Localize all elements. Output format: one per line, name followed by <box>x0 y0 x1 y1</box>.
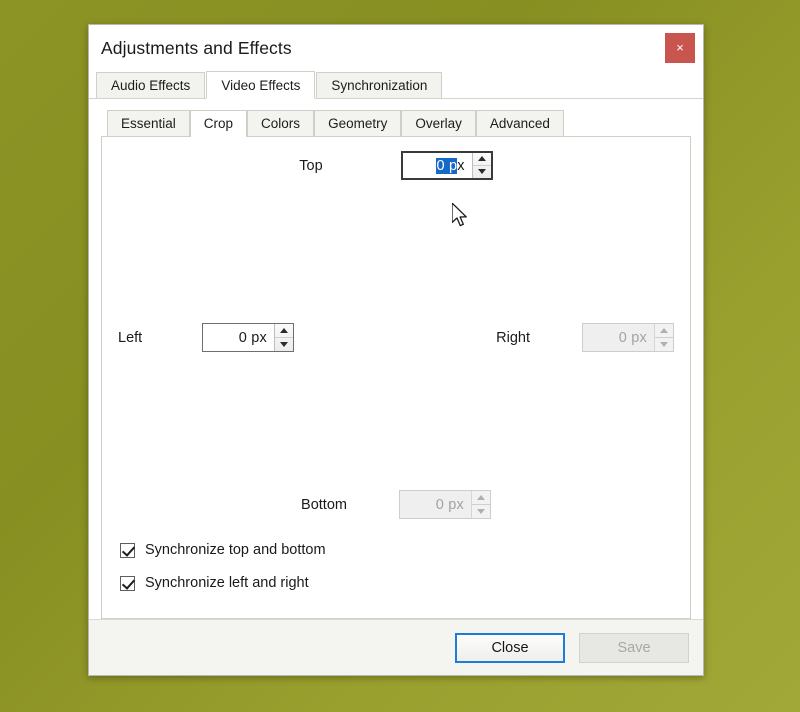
tab-crop[interactable]: Crop <box>189 110 248 137</box>
crop-top-trailing-text: x <box>457 157 465 174</box>
crop-top-selected-text: 0 p <box>436 157 458 174</box>
crop-right-value: 0 px <box>618 329 647 346</box>
tab-overlay[interactable]: Overlay <box>401 110 476 136</box>
crop-top-spinner-buttons <box>471 153 491 179</box>
sync-options-group: Synchronize top and bottom Synchronize l… <box>120 536 326 602</box>
crop-right-spinner: 0 px <box>582 323 674 352</box>
tab-essential[interactable]: Essential <box>107 110 190 136</box>
crop-right-decrement-button <box>655 338 673 352</box>
crop-right-spinner-buttons <box>654 324 673 351</box>
crop-bottom-label: Bottom <box>301 496 347 513</box>
crop-left-spinner[interactable]: 0 px <box>202 323 294 352</box>
crop-left-row: Left 0 px <box>118 323 294 352</box>
crop-bottom-spinner-buttons <box>470 491 490 519</box>
tab-video-effects[interactable]: Video Effects <box>206 71 316 99</box>
window-title: Adjustments and Effects <box>101 37 292 58</box>
crop-top-decrement-button[interactable] <box>473 166 491 179</box>
triangle-up-icon <box>660 327 668 333</box>
tab-colors[interactable]: Colors <box>247 110 315 136</box>
crop-left-value[interactable]: 0 px <box>203 324 274 351</box>
tab-geometry[interactable]: Geometry <box>314 110 402 136</box>
crop-top-value[interactable]: 0 px <box>403 153 472 178</box>
close-button[interactable]: Close <box>455 632 565 663</box>
dialog-body: Essential Crop Colors Geometry Overlay A… <box>89 99 703 619</box>
crop-top-label: Top <box>299 157 323 174</box>
tab-advanced[interactable]: Advanced <box>475 110 564 136</box>
crop-bottom-spinner: 0 px <box>398 490 491 519</box>
checkmark-icon[interactable] <box>120 542 135 558</box>
crop-left-decrement-button[interactable] <box>275 338 293 352</box>
crop-right-label: Right <box>496 329 530 346</box>
crop-left-increment-button[interactable] <box>275 324 293 338</box>
crop-top-spinner[interactable]: 0 px <box>400 151 493 180</box>
tab-synchronization[interactable]: Synchronization <box>316 72 443 99</box>
sync-top-bottom-label: Synchronize top and bottom <box>145 542 326 558</box>
tab-audio-effects[interactable]: Audio Effects <box>96 72 206 99</box>
close-window-icon[interactable]: × <box>665 33 695 63</box>
title-bar: Adjustments and Effects × <box>89 25 703 71</box>
crop-panel: Top 0 px Left 0 px Right 0 px Bottom 0 p… <box>101 136 691 619</box>
primary-tab-strip: Audio Effects Video Effects Synchronizat… <box>89 71 703 99</box>
video-effects-tab-strip: Essential Crop Colors Geometry Overlay A… <box>101 109 691 137</box>
crop-bottom-increment-button <box>471 491 490 505</box>
crop-right-increment-button <box>655 324 673 338</box>
checkmark-icon[interactable] <box>120 575 135 591</box>
crop-left-spinner-buttons <box>274 324 293 351</box>
triangle-down-icon <box>477 169 486 175</box>
crop-left-label: Left <box>118 329 143 346</box>
crop-bottom-row: Bottom 0 px <box>102 490 690 519</box>
triangle-down-icon <box>280 341 288 347</box>
crop-bottom-decrement-button <box>472 505 490 519</box>
sync-top-bottom-checkbox-row[interactable]: Synchronize top and bottom <box>120 536 326 564</box>
save-button: Save <box>579 632 689 663</box>
triangle-up-icon <box>477 156 486 162</box>
adjustments-and-effects-dialog: Adjustments and Effects × Audio Effects … <box>88 24 704 676</box>
triangle-up-icon <box>280 327 288 333</box>
crop-top-increment-button[interactable] <box>472 153 491 166</box>
sync-left-right-label: Synchronize left and right <box>145 575 309 591</box>
triangle-up-icon <box>476 494 485 500</box>
crop-right-row: Right 0 px <box>496 323 674 352</box>
triangle-down-icon <box>660 341 668 347</box>
triangle-down-icon <box>476 508 485 514</box>
crop-bottom-value: 0 px <box>435 496 464 513</box>
crop-top-row: Top 0 px <box>102 151 690 180</box>
dialog-footer: Close Save <box>89 619 703 675</box>
sync-left-right-checkbox-row[interactable]: Synchronize left and right <box>120 569 326 597</box>
